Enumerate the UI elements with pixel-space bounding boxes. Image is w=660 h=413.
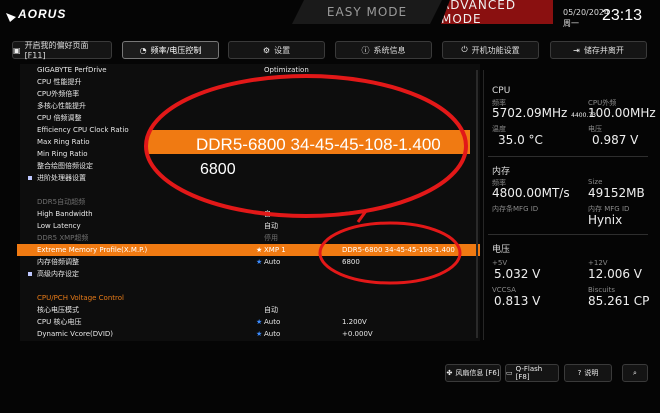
- fan-info-label: 风扇信息 [F6]: [455, 369, 500, 377]
- cpu-temp-value: 35.0 °C: [498, 133, 543, 147]
- vccsa-value: 0.813 V: [494, 294, 541, 308]
- search-button[interactable]: ⌕: [622, 364, 648, 382]
- cpu-section-title: CPU: [492, 86, 511, 96]
- fan-icon: ✤: [446, 369, 453, 377]
- cpu-bclk-value: 100.00MHz: [588, 106, 656, 120]
- mem-mfg2-value: Hynix: [588, 213, 623, 227]
- qflash-icon: ▭: [506, 369, 513, 377]
- overlay-ratio-text: 6800: [200, 161, 236, 178]
- cpu-volt-value: 0.987 V: [592, 133, 639, 147]
- help-button[interactable]: ? 说明: [564, 364, 612, 382]
- p12v-label: +12V: [588, 259, 608, 267]
- info-separator: [488, 234, 648, 235]
- red-circle-small: [318, 221, 462, 285]
- info-separator: [488, 156, 648, 157]
- p12v-value: 12.006 V: [588, 267, 643, 281]
- biscuits-value: 85.261 CP: [588, 294, 650, 308]
- cpu-freq-main: 5702.09MHz: [492, 106, 568, 120]
- biscuits-label: Biscuits: [588, 286, 616, 294]
- mem-size-label: Size: [588, 178, 603, 186]
- mem-freq-value: 4800.00MT/s: [492, 186, 570, 200]
- p5v-label: +5V: [492, 259, 508, 267]
- memory-section-title: 内存: [492, 167, 511, 177]
- annotation-overlay: [144, 74, 470, 285]
- overlay-profile-text: DDR5-6800 34-45-45-108-1.400: [196, 135, 441, 154]
- mem-size-value: 49152MB: [588, 186, 645, 200]
- fan-info-button[interactable]: ✤ 风扇信息 [F6]: [445, 364, 501, 382]
- qflash-button[interactable]: ▭ Q-Flash [F8]: [505, 364, 559, 382]
- help-icon: ?: [577, 369, 582, 377]
- arrow-connector: [339, 209, 370, 223]
- qflash-label: Q-Flash [F8]: [515, 365, 543, 381]
- voltage-section-title: 电压: [492, 245, 511, 255]
- vccsa-label: VCCSA: [492, 286, 516, 294]
- mem-mfg-label: 内存条MFG ID: [492, 205, 539, 213]
- p5v-value: 5.032 V: [494, 267, 541, 281]
- help-label: 说明: [584, 369, 599, 377]
- cpu-freq-value: 5702.09MHz 4400.73: [492, 106, 596, 120]
- search-icon: ⌕: [633, 368, 637, 377]
